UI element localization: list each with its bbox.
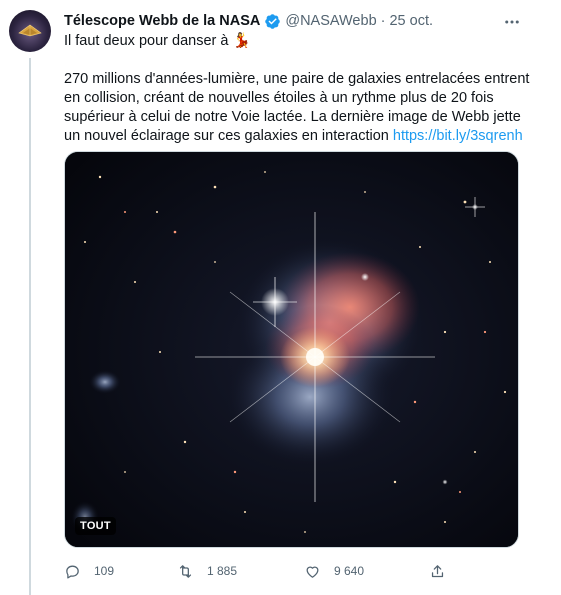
tweet-text-intro: Il faut deux pour danser à	[64, 33, 233, 49]
retweet-button[interactable]: 1 885	[177, 560, 237, 582]
more-dots-icon	[505, 20, 519, 24]
reply-icon	[66, 565, 79, 579]
alt-text-badge[interactable]: TOUT	[75, 517, 116, 535]
tweet-link[interactable]: https://bit.ly/3sqrenh	[393, 128, 523, 144]
heart-icon	[306, 566, 319, 578]
tweet-date[interactable]: 25 oct.	[389, 13, 433, 29]
like-button[interactable]: 9 640	[304, 560, 364, 582]
tweet-media[interactable]: TOUT	[64, 151, 519, 548]
reply-count: 109	[94, 564, 115, 578]
interacting-galaxies-image	[65, 152, 518, 547]
avatar[interactable]	[9, 10, 51, 52]
author-handle[interactable]: @NASAWebb	[285, 13, 376, 29]
tweet-actions: 109 1 885 9 640	[64, 560, 454, 582]
tweet-header: Télescope Webb de la NASA @NASAWebb · 25…	[64, 10, 433, 32]
header-separator: ·	[380, 13, 386, 29]
tweet-text: Il faut deux pour danser à 💃 270 million…	[64, 32, 534, 146]
reply-button[interactable]: 109	[64, 560, 114, 582]
share-icon	[431, 564, 444, 577]
verified-badge-icon	[265, 13, 281, 29]
author-display-name[interactable]: Télescope Webb de la NASA	[64, 13, 260, 29]
thread-line	[29, 58, 31, 595]
jwst-mirror-icon	[18, 24, 42, 37]
dancer-emoji: 💃	[232, 33, 251, 49]
tweet-card[interactable]: Télescope Webb de la NASA @NASAWebb · 25…	[0, 0, 561, 595]
tweet-text-body: 270 millions d'années-lumière, une paire…	[64, 70, 534, 146]
retweet-count: 1 885	[207, 564, 238, 578]
like-count: 9 640	[334, 564, 365, 578]
more-options-button[interactable]	[500, 10, 524, 34]
share-button[interactable]	[429, 560, 459, 582]
tweet-text-first-line: Il faut deux pour danser à 💃	[64, 32, 534, 51]
retweet-icon	[179, 564, 192, 578]
